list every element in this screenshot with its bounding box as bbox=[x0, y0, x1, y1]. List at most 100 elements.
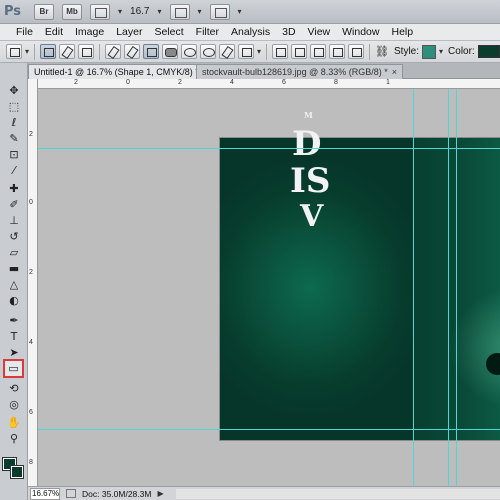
arrange-dropdown-icon[interactable]: ▾ bbox=[198, 7, 202, 16]
menu-analysis[interactable]: Analysis bbox=[225, 24, 276, 41]
paths-button[interactable] bbox=[59, 44, 76, 59]
eyedropper-tool-icon[interactable]: ⁄ bbox=[5, 163, 23, 178]
menu-bar: File Edit Image Layer Select Filter Anal… bbox=[0, 24, 500, 41]
guide-vertical[interactable] bbox=[448, 89, 449, 486]
ellipse-button[interactable] bbox=[181, 44, 198, 59]
zoom-dropdown-icon[interactable]: ▾ bbox=[157, 7, 161, 16]
path-selection-tool-icon[interactable]: ➤ bbox=[5, 345, 23, 360]
horizontal-scrollbar[interactable] bbox=[175, 488, 500, 499]
zoom-level[interactable]: 16.7 bbox=[130, 6, 149, 17]
gradient-tool-icon[interactable]: ▬ bbox=[5, 261, 23, 276]
menu-layer[interactable]: Layer bbox=[110, 24, 148, 41]
rounded-rectangle-button[interactable] bbox=[162, 44, 179, 59]
tool-preset-picker[interactable] bbox=[6, 44, 22, 59]
launch-mini-bridge-button[interactable]: Mb bbox=[62, 3, 82, 20]
tab-stockvault-bulb[interactable]: stockvault-bulb128619.jpg @ 8.33% (RGB/8… bbox=[196, 64, 404, 79]
menu-select[interactable]: Select bbox=[148, 24, 189, 41]
status-bar: 16.67% Doc: 35.0M/28.3M ▶ bbox=[28, 486, 500, 500]
document-text: V bbox=[300, 199, 324, 234]
menu-window[interactable]: Window bbox=[336, 24, 385, 41]
line-button[interactable] bbox=[219, 44, 236, 59]
menu-help[interactable]: Help bbox=[385, 24, 419, 41]
exclude-overlapping-button[interactable] bbox=[348, 44, 365, 59]
ruler-tick-label: 6 bbox=[29, 409, 33, 416]
3d-orbit-tool-icon[interactable]: ◎ bbox=[5, 397, 23, 412]
menu-image[interactable]: Image bbox=[69, 24, 110, 41]
subtract-from-shape-area-button[interactable] bbox=[310, 44, 327, 59]
blur-tool-icon[interactable]: △ bbox=[5, 277, 23, 292]
eraser-tool-icon[interactable]: ▱ bbox=[5, 245, 23, 260]
horizontal-ruler[interactable]: 2 0 2 4 6 8 1 bbox=[38, 79, 500, 89]
status-menu-arrow-icon[interactable]: ▶ bbox=[157, 489, 163, 498]
menu-view[interactable]: View bbox=[302, 24, 337, 41]
shape-layers-button[interactable] bbox=[40, 44, 57, 59]
rectangle-shape-button[interactable] bbox=[143, 44, 160, 59]
document-text: IS bbox=[290, 161, 331, 201]
guide-vertical[interactable] bbox=[456, 89, 457, 486]
color-swatch[interactable] bbox=[477, 45, 500, 58]
menu-filter[interactable]: Filter bbox=[190, 24, 225, 41]
ruler-tick-label: 8 bbox=[334, 79, 338, 86]
rectangle-tool-icon[interactable]: ▭ bbox=[3, 359, 24, 378]
tab-untitled-1[interactable]: Untitled-1 @ 16.7% (Shape 1, CMYK/8) *× bbox=[28, 64, 214, 79]
intersect-shape-areas-button[interactable] bbox=[329, 44, 346, 59]
3d-rotate-tool-icon[interactable]: ⟲ bbox=[5, 381, 23, 396]
screen-mode-icon[interactable] bbox=[209, 3, 230, 20]
vertical-ruler[interactable]: 2 0 2 4 6 8 bbox=[28, 79, 38, 486]
tool-preset-dropdown-icon[interactable]: ▾ bbox=[25, 47, 29, 56]
document-canvas[interactable] bbox=[220, 138, 500, 440]
geometry-options-dropdown-icon[interactable]: ▾ bbox=[257, 47, 261, 56]
dodge-tool-icon[interactable]: ◐ bbox=[5, 293, 23, 308]
view-extras-icon[interactable] bbox=[90, 3, 110, 20]
create-new-shape-layer-button[interactable] bbox=[272, 44, 289, 59]
canvas-pasteboard[interactable]: M D IS V bbox=[38, 89, 500, 486]
add-to-shape-area-button[interactable] bbox=[291, 44, 308, 59]
background-color-swatch[interactable] bbox=[10, 465, 24, 479]
hand-tool-icon[interactable]: ✋ bbox=[5, 415, 23, 430]
pen-tool-button[interactable] bbox=[105, 44, 122, 59]
history-brush-tool-icon[interactable]: ↺ bbox=[5, 229, 23, 244]
style-label: Style: bbox=[394, 46, 420, 57]
ruler-tick-label: 8 bbox=[29, 459, 33, 466]
ruler-tick-label: 4 bbox=[230, 79, 234, 86]
healing-brush-tool-icon[interactable]: ✚ bbox=[5, 181, 23, 196]
link-icon[interactable]: ⛓ bbox=[375, 45, 389, 58]
custom-shape-button[interactable] bbox=[238, 44, 255, 59]
application-bar: Ps Br Mb ▾ 16.7 ▾ ▾ ▾ bbox=[0, 0, 500, 24]
pen-tool-icon[interactable]: ✒ bbox=[5, 313, 23, 328]
lasso-tool-icon[interactable]: ℓ bbox=[5, 115, 23, 130]
close-icon[interactable]: × bbox=[392, 67, 397, 77]
quick-select-tool-icon[interactable]: ✎ bbox=[5, 131, 23, 146]
arrange-documents-icon[interactable] bbox=[169, 3, 190, 20]
menu-file[interactable]: File bbox=[10, 24, 39, 41]
menu-edit[interactable]: Edit bbox=[39, 24, 69, 41]
document-text: D bbox=[292, 124, 322, 164]
guide-vertical[interactable] bbox=[413, 89, 414, 486]
style-picker[interactable] bbox=[422, 44, 437, 59]
polygon-button[interactable] bbox=[200, 44, 217, 59]
light-glow bbox=[450, 288, 500, 408]
guide-horizontal[interactable] bbox=[38, 148, 500, 149]
ruler-tick-label: 2 bbox=[74, 79, 78, 86]
clone-stamp-tool-icon[interactable]: ⊥ bbox=[5, 213, 23, 228]
document-text: M bbox=[304, 110, 313, 120]
style-dropdown-icon[interactable]: ▾ bbox=[439, 47, 443, 56]
launch-bridge-button[interactable]: Br bbox=[34, 3, 54, 20]
marquee-tool-icon[interactable]: ⬚ bbox=[5, 99, 23, 114]
options-bar: ▾ ▾ ⛓ Style: ▾ Color: bbox=[0, 41, 500, 63]
guide-horizontal[interactable] bbox=[38, 429, 500, 430]
crop-tool-icon[interactable]: ⊡ bbox=[5, 147, 23, 162]
view-extras-dropdown-icon[interactable]: ▾ bbox=[118, 7, 122, 16]
freeform-pen-button[interactable] bbox=[124, 44, 141, 59]
tab-label: stockvault-bulb128619.jpg @ 8.33% (RGB/8… bbox=[202, 67, 388, 77]
screen-mode-dropdown-icon[interactable]: ▾ bbox=[238, 7, 242, 16]
zoom-field[interactable]: 16.67% bbox=[30, 487, 60, 500]
move-tool-icon[interactable]: ✥ bbox=[5, 83, 23, 98]
document-info-icon[interactable] bbox=[66, 489, 76, 498]
fill-pixels-button[interactable] bbox=[78, 44, 95, 59]
zoom-tool-icon[interactable]: ⚲ bbox=[5, 431, 23, 446]
brush-tool-icon[interactable]: ✐ bbox=[5, 197, 23, 212]
document-size: Doc: 35.0M/28.3M bbox=[82, 488, 152, 499]
type-tool-icon[interactable]: T bbox=[5, 329, 23, 344]
menu-3d[interactable]: 3D bbox=[276, 24, 301, 41]
